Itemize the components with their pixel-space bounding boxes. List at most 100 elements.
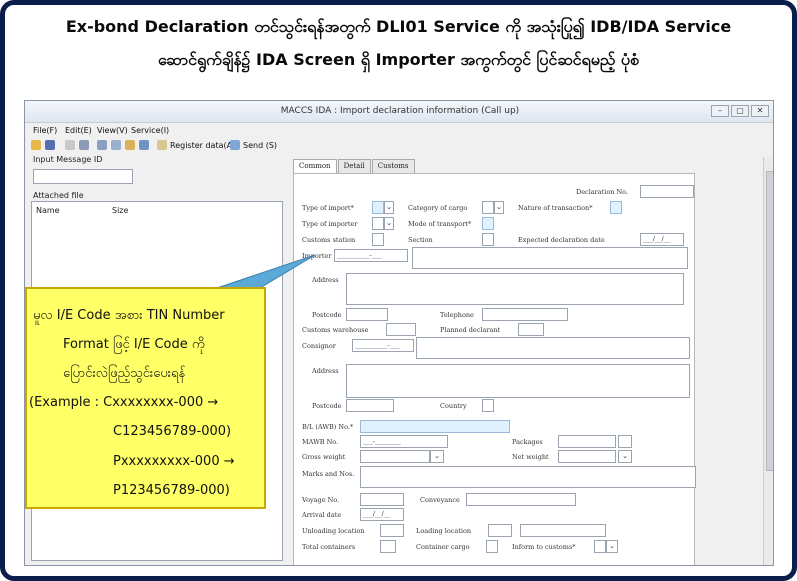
- importer-label: Importer: [302, 252, 332, 260]
- menu-edit[interactable]: Edit(E): [65, 126, 92, 135]
- country-label: Country: [440, 402, 467, 410]
- callout-line-4: (Example : Cxxxxxxxx-000 →: [29, 395, 219, 410]
- window-controls: – ▢ ✕: [711, 105, 769, 117]
- gross-weight-unit-dropdown-icon[interactable]: ⌄: [430, 450, 444, 463]
- tab-customs[interactable]: Customs: [371, 159, 415, 173]
- tab-detail[interactable]: Detail: [337, 159, 371, 173]
- page-icon[interactable]: [65, 140, 75, 150]
- importer-name-field[interactable]: [412, 247, 688, 269]
- consignor-address-field[interactable]: [346, 364, 690, 398]
- country-field[interactable]: [482, 399, 494, 412]
- callout-line-2: Format ဖြင့် I/E Code ကို: [63, 337, 205, 352]
- category-of-cargo-field[interactable]: [482, 201, 494, 214]
- type-of-import-dropdown-icon[interactable]: ⌄: [384, 201, 394, 214]
- packages-unit-field[interactable]: [618, 435, 632, 448]
- net-weight-unit-dropdown-icon[interactable]: ⌄: [618, 450, 632, 463]
- bl-no-field[interactable]: [360, 420, 510, 433]
- copy-icon[interactable]: [111, 140, 121, 150]
- declaration-no-field[interactable]: [640, 185, 694, 198]
- marks-and-nos-label: Marks and Nos.: [302, 470, 355, 478]
- callout-line-5: C123456789-000): [113, 424, 232, 439]
- importer-postcode-field[interactable]: [346, 308, 388, 321]
- send-button[interactable]: Send (S): [243, 141, 277, 150]
- loading-location-name-field[interactable]: [520, 524, 606, 537]
- callout-line-1: မူလ I/E Code အစား TIN Number: [33, 308, 225, 323]
- save-icon[interactable]: [45, 140, 55, 150]
- planned-declarant-field[interactable]: [518, 323, 544, 336]
- annotation-callout: မူလ I/E Code အစား TIN Number Format ဖြင့…: [25, 287, 266, 509]
- register-icon[interactable]: [157, 140, 167, 150]
- category-of-cargo-dropdown-icon[interactable]: ⌄: [494, 201, 504, 214]
- customs-station-field[interactable]: [372, 233, 384, 246]
- inform-to-customs-field[interactable]: [594, 540, 606, 553]
- customs-warehouse-field[interactable]: [386, 323, 416, 336]
- menu-service[interactable]: Service(I): [131, 126, 169, 135]
- minimize-button[interactable]: –: [711, 105, 729, 117]
- tab-common[interactable]: Common: [293, 159, 337, 173]
- inform-to-customs-label: Inform to customs*: [512, 543, 576, 551]
- consignor-postcode-label: Postcode: [312, 402, 342, 410]
- consignor-name-field[interactable]: [416, 337, 690, 359]
- total-containers-label: Total containers: [302, 543, 356, 551]
- heading-line-1: Ex-bond Declaration တင်သွင်းရန်အတွက် DLI…: [65, 17, 732, 36]
- consignor-postcode-field[interactable]: [346, 399, 394, 412]
- common-form: Declaration No. Type of import* ⌄ Catego…: [293, 173, 696, 565]
- register-data-button[interactable]: Register data(A): [170, 141, 235, 150]
- telephone-label: Telephone: [440, 311, 474, 319]
- heading-line-2: ဆောင်ရွက်ချိန်၌ IDA Screen ရှိ Importer …: [157, 50, 640, 69]
- expected-declaration-date-field[interactable]: ___/__/__: [640, 233, 684, 246]
- arrival-date-field[interactable]: ___/__/__: [360, 508, 404, 521]
- maximize-button[interactable]: ▢: [731, 105, 749, 117]
- container-cargo-field[interactable]: [486, 540, 498, 553]
- unloading-location-field[interactable]: [380, 524, 404, 537]
- vertical-scrollbar[interactable]: [763, 157, 773, 565]
- consignor-code-field[interactable]: __________-___: [352, 339, 414, 352]
- packages-label: Packages: [512, 438, 543, 446]
- customs-station-label: Customs station: [302, 236, 356, 244]
- expected-declaration-date-label: Expected declaration date: [518, 236, 605, 244]
- importer-address-field[interactable]: [346, 273, 684, 305]
- type-of-importer-dropdown-icon[interactable]: ⌄: [384, 217, 394, 230]
- importer-code-field[interactable]: __________-___: [334, 249, 408, 262]
- conveyance-label: Conveyance: [420, 496, 460, 504]
- menu-view[interactable]: View(V): [97, 126, 128, 135]
- menu-bar: File(F) Edit(E) View(V) Service(I): [25, 124, 773, 138]
- unloading-location-label: Unloading location: [302, 527, 365, 535]
- input-message-id-field[interactable]: [33, 169, 133, 184]
- container-cargo-label: Container cargo: [416, 543, 470, 551]
- net-weight-field[interactable]: [558, 450, 616, 463]
- declaration-no-label: Declaration No.: [576, 188, 629, 196]
- inform-to-customs-dropdown-icon[interactable]: ⌄: [606, 540, 618, 553]
- importer-address-label: Address: [312, 276, 339, 284]
- voyage-no-field[interactable]: [360, 493, 404, 506]
- cut-icon[interactable]: [97, 140, 107, 150]
- close-button[interactable]: ✕: [751, 105, 769, 117]
- mawb-no-field[interactable]: ___-________: [360, 435, 448, 448]
- open-folder-icon[interactable]: [31, 140, 41, 150]
- gross-weight-field[interactable]: [360, 450, 430, 463]
- window-title: MACCS IDA : Import declaration informati…: [280, 106, 520, 116]
- scrollbar-thumb[interactable]: [766, 171, 773, 471]
- telephone-field[interactable]: [482, 308, 568, 321]
- toolbar: Register data(A) Send (S): [25, 138, 773, 154]
- menu-file[interactable]: File(F): [33, 126, 57, 135]
- packages-field[interactable]: [558, 435, 616, 448]
- send-icon[interactable]: [230, 140, 240, 150]
- print-icon[interactable]: [79, 140, 89, 150]
- type-of-import-field[interactable]: [372, 201, 384, 214]
- callout-line-7: P123456789-000): [113, 483, 230, 498]
- mode-of-transport-field[interactable]: [482, 217, 494, 230]
- paste-icon[interactable]: [125, 140, 135, 150]
- loading-location-field[interactable]: [488, 524, 512, 537]
- marks-and-nos-field[interactable]: [360, 466, 696, 488]
- conveyance-field[interactable]: [466, 493, 576, 506]
- total-containers-field[interactable]: [380, 540, 396, 553]
- section-label: Section: [408, 236, 433, 244]
- nature-of-transaction-field[interactable]: [610, 201, 622, 214]
- section-field[interactable]: [482, 233, 494, 246]
- nature-of-transaction-label: Nature of transaction*: [518, 204, 593, 212]
- type-of-importer-field[interactable]: [372, 217, 384, 230]
- input-message-id-label: Input Message ID: [33, 155, 103, 164]
- planned-declarant-label: Planned declarant: [440, 326, 501, 334]
- undo-icon[interactable]: [139, 140, 149, 150]
